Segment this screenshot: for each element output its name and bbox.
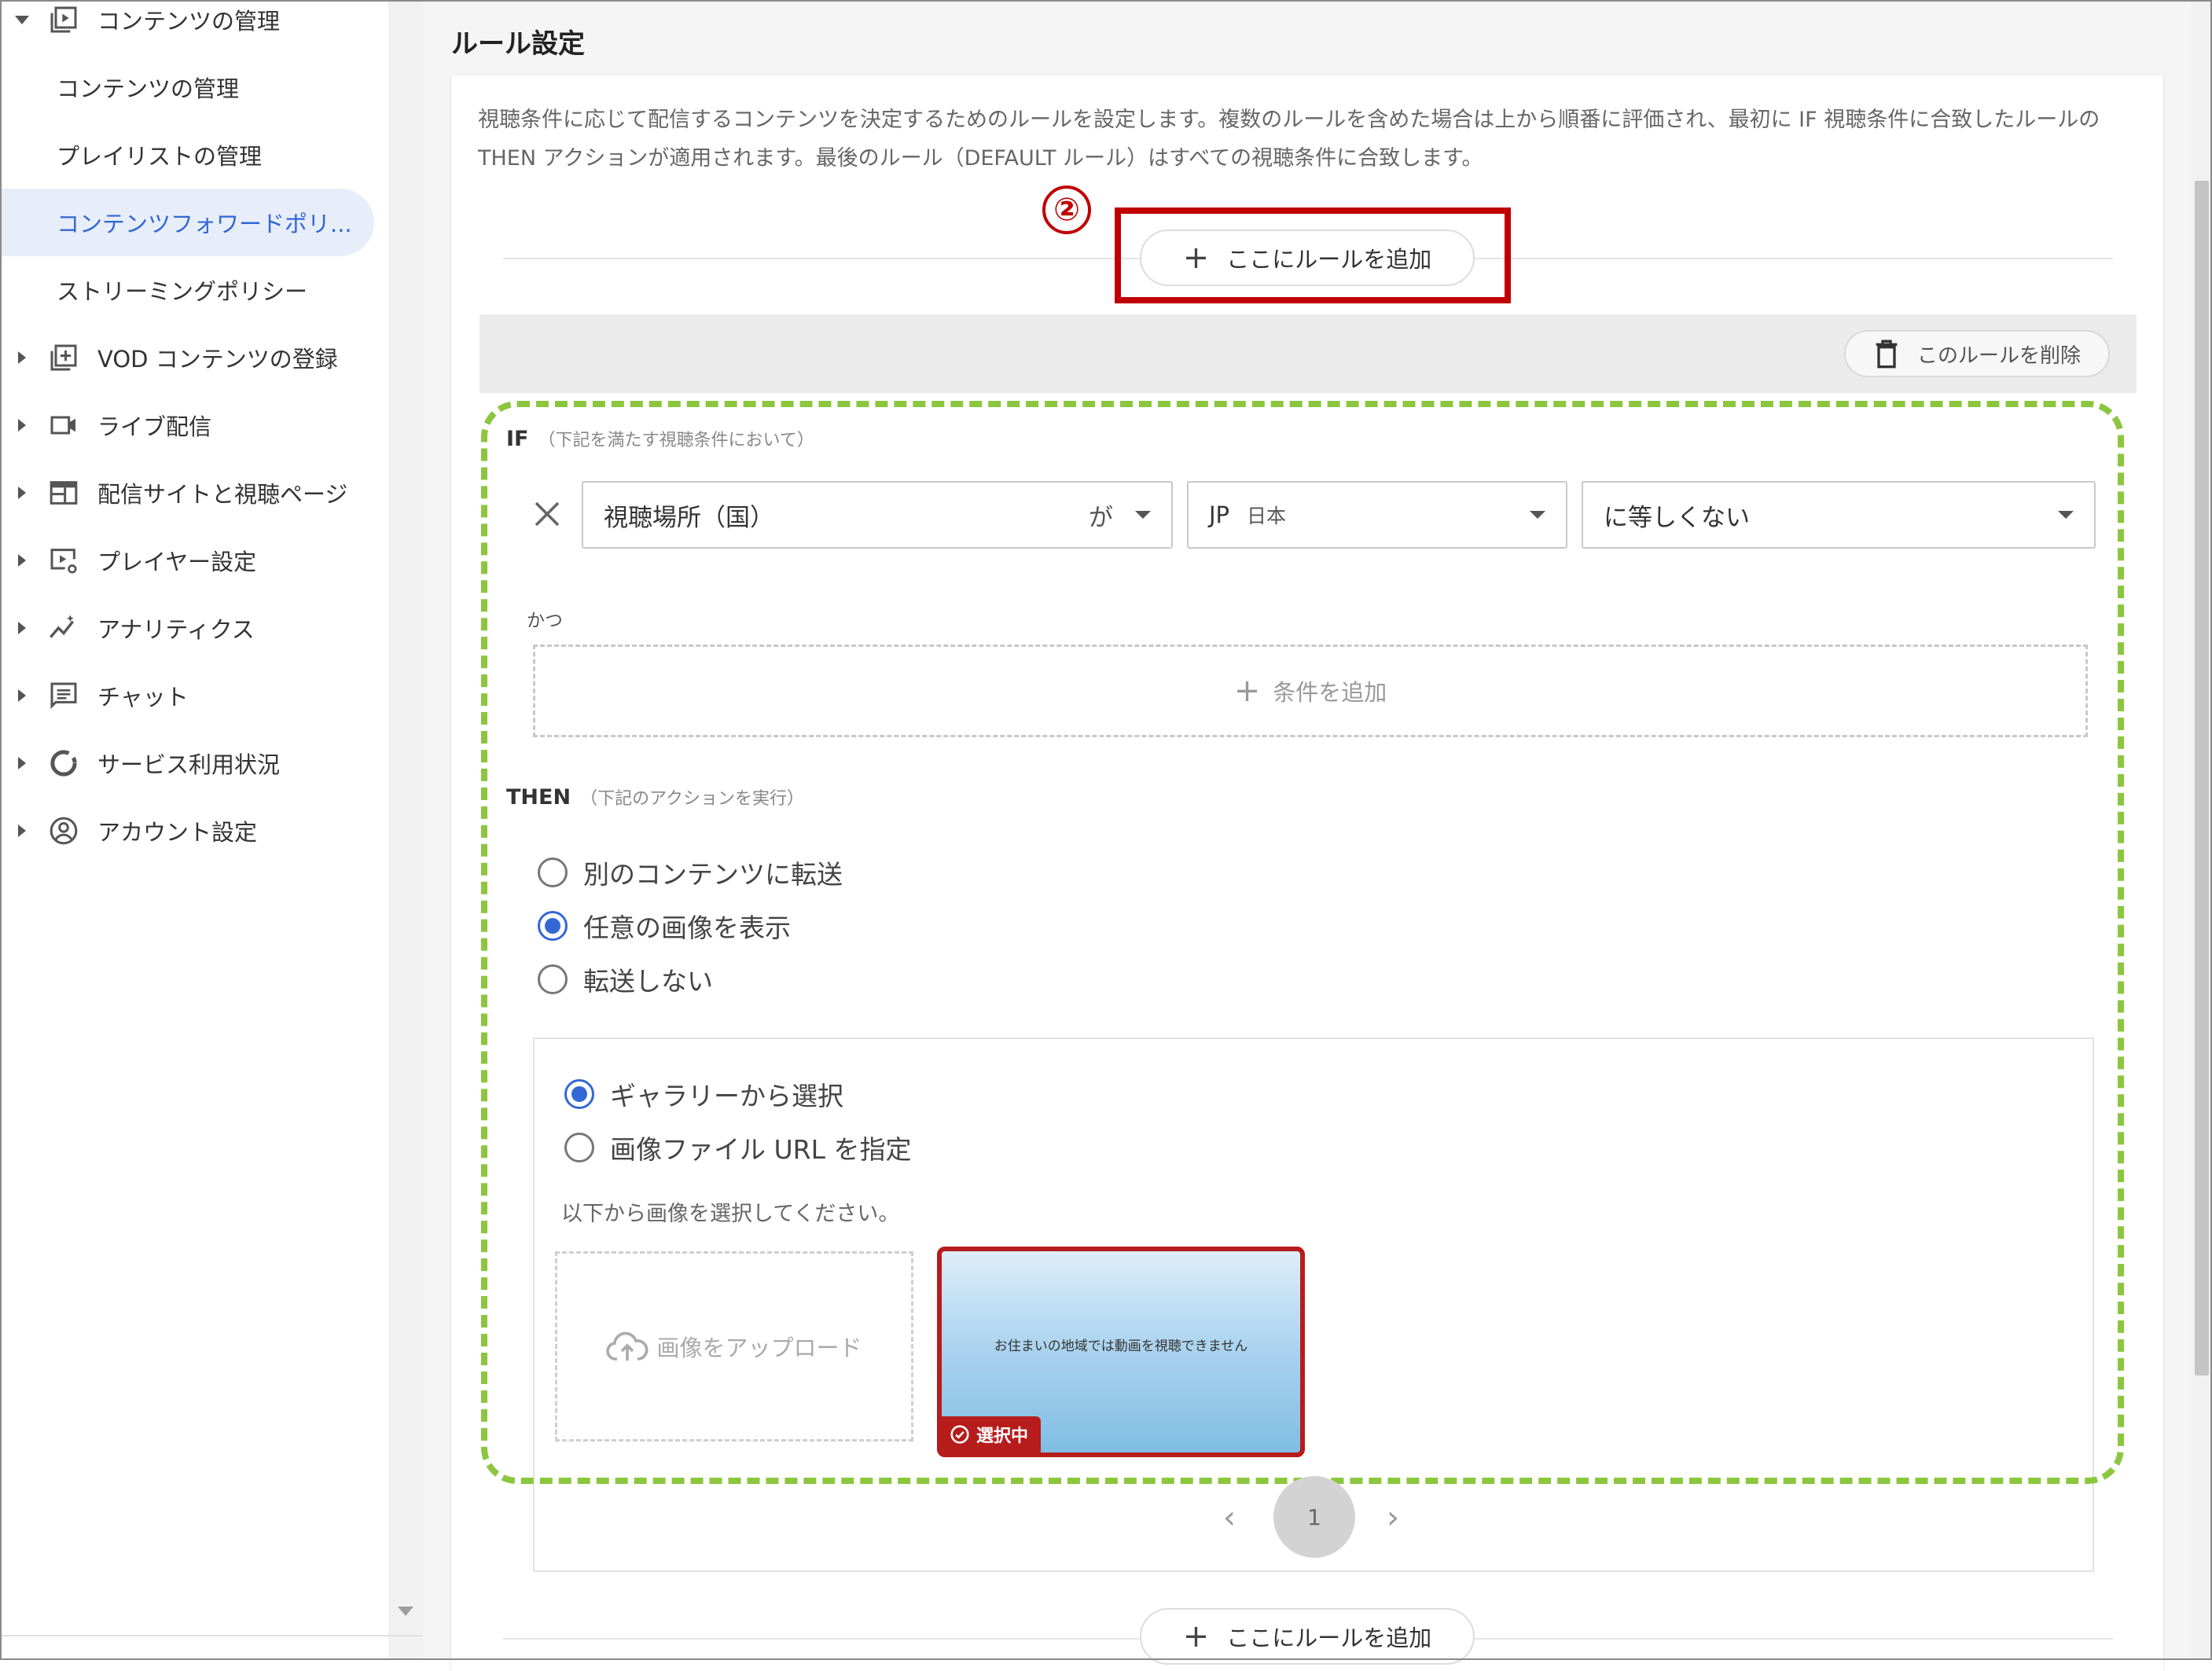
screenshot-border xyxy=(0,0,2212,1660)
